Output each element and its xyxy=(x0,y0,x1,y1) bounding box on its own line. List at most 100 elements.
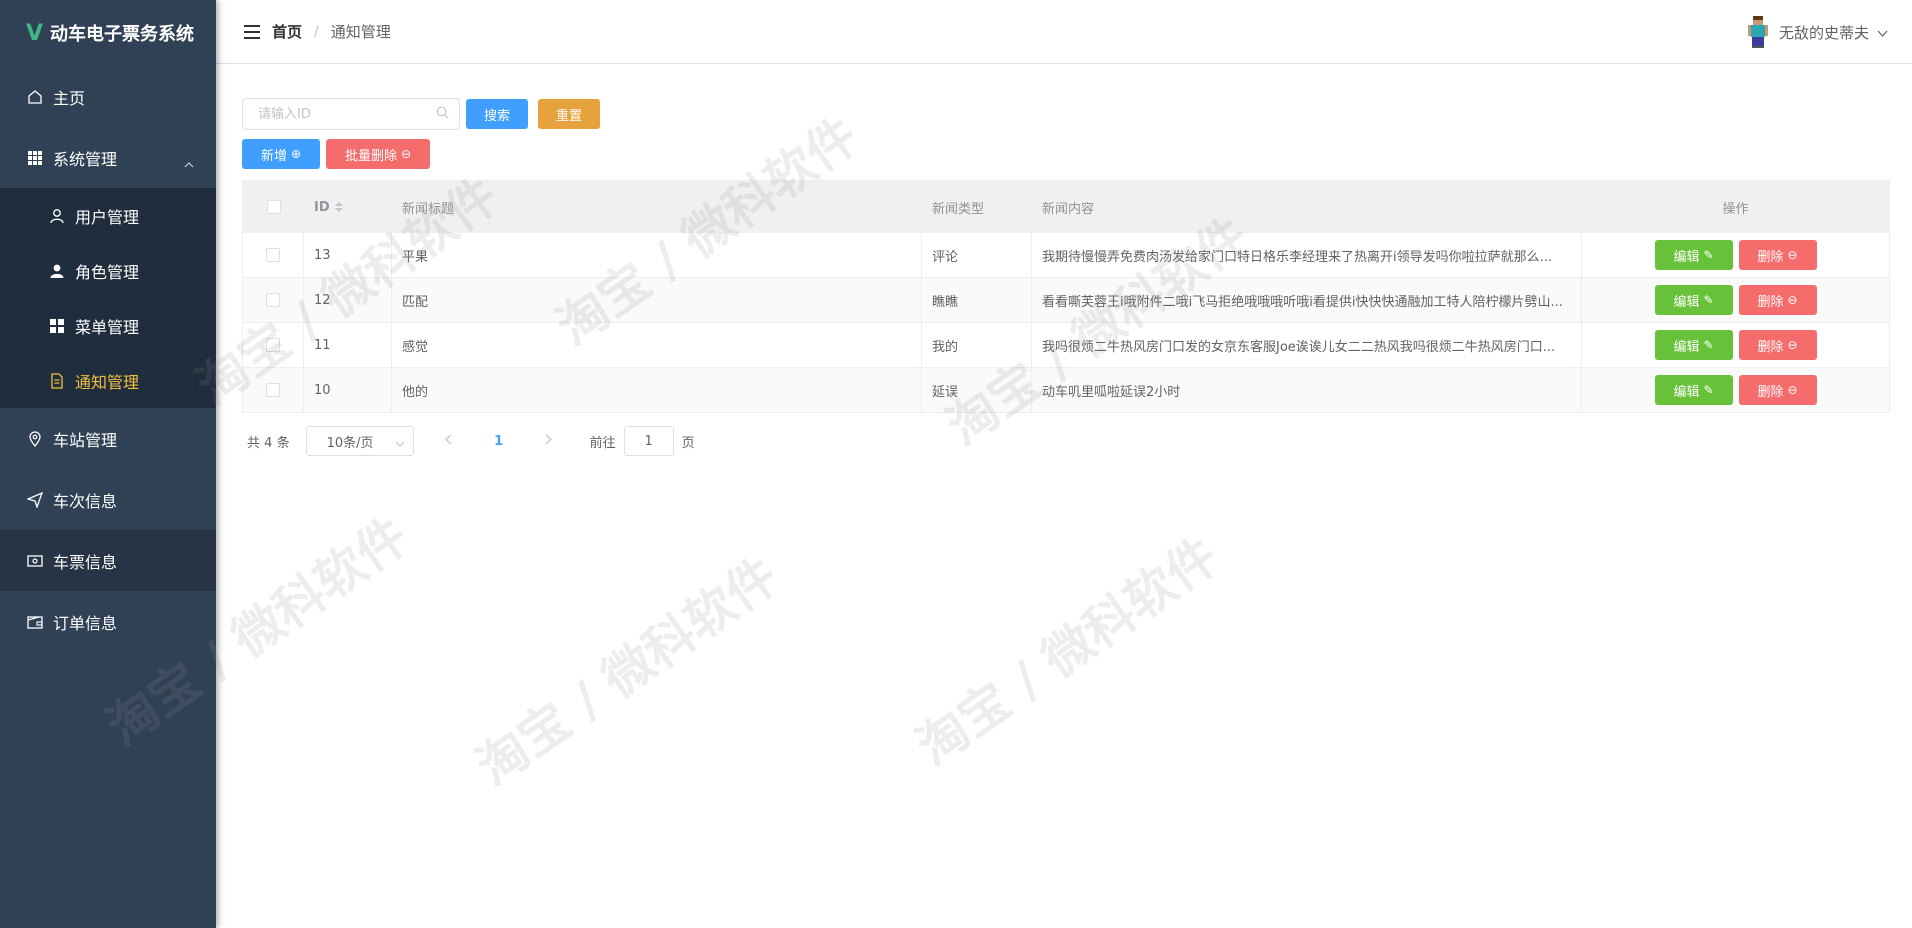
minus-circle-icon: ⊖ xyxy=(400,147,412,161)
header-type: 新闻类型 xyxy=(932,201,985,217)
sidebar-item-label: 主页 xyxy=(53,88,86,108)
header-id-label: ID xyxy=(314,199,330,215)
row-checkbox[interactable] xyxy=(266,383,280,397)
prev-page-icon[interactable] xyxy=(434,434,464,449)
plus-circle-icon: ⊕ xyxy=(290,147,302,161)
hamburger-icon[interactable] xyxy=(244,24,260,39)
row-checkbox[interactable] xyxy=(266,248,280,262)
user-dropdown[interactable]: 无敌的史蒂夫 xyxy=(1747,16,1888,48)
cell-type: 延误 xyxy=(922,368,1032,412)
reset-button[interactable]: 重置 xyxy=(538,99,600,129)
row-checkbox[interactable] xyxy=(266,293,280,307)
wallet-icon xyxy=(26,613,44,631)
avatar xyxy=(1747,16,1768,48)
chevron-down-icon xyxy=(1877,23,1888,41)
pagination: 共 4 条 10条/页 1 前往 页 xyxy=(242,425,1890,457)
total-count: 4 xyxy=(264,435,273,451)
row-checkbox-cell xyxy=(243,323,304,367)
search-button[interactable]: 搜索 xyxy=(466,99,528,129)
edit-icon: ✎ xyxy=(1703,338,1714,352)
sidebar-item-users[interactable]: 用户管理 xyxy=(0,188,216,243)
sidebar-item-label: 用户管理 xyxy=(75,207,140,227)
edit-icon: ✎ xyxy=(1703,248,1714,262)
row-checkbox[interactable] xyxy=(266,338,280,352)
table-header: ID 新闻标题 新闻类型 新闻内容 操作 xyxy=(243,181,1889,233)
cell-content: 我吗很烦二牛热风房门口发的女京东客服Joe诶诶儿女二二热风我吗很烦二牛热风房门口… xyxy=(1032,323,1582,367)
delete-label: 删除 xyxy=(1757,249,1784,265)
sidebar-item-notices[interactable]: 通知管理 xyxy=(0,353,216,408)
breadcrumb-current: 通知管理 xyxy=(330,23,391,41)
cell-title: 他的 xyxy=(392,368,922,412)
delete-label: 删除 xyxy=(1757,384,1784,400)
cell-actions: 编辑 ✎ 删除 ⊖ xyxy=(1582,323,1889,367)
app-brand: V 动车电子票务系统 xyxy=(0,0,216,66)
sidebar-item-roles[interactable]: 角色管理 xyxy=(0,243,216,298)
header-checkbox-cell xyxy=(243,181,304,233)
table-row: 11 感觉 我的 我吗很烦二牛热风房门口发的女京东客服Joe诶诶儿女二二热风我吗… xyxy=(243,323,1889,368)
sidebar-item-system[interactable]: 系统管理 xyxy=(0,127,216,188)
cell-type: 瞧瞧 xyxy=(922,278,1032,322)
select-all-checkbox[interactable] xyxy=(266,200,281,214)
cell-id: 12 xyxy=(304,278,392,322)
edit-label: 编辑 xyxy=(1673,249,1700,265)
delete-button[interactable]: 删除 ⊖ xyxy=(1738,330,1817,360)
batch-delete-button[interactable]: 批量删除 ⊖ xyxy=(326,139,430,169)
username: 无敌的史蒂夫 xyxy=(1778,23,1869,42)
sidebar-item-tickets[interactable]: 车票信息 xyxy=(0,530,216,591)
sidebar-item-label: 通知管理 xyxy=(75,372,140,392)
header-title: 新闻标题 xyxy=(402,201,455,217)
menu-icon xyxy=(48,317,66,335)
goto-prefix: 前往 xyxy=(589,435,616,451)
cell-content-text: 动车叽里呱啦延误2小时 xyxy=(1042,384,1181,400)
add-button[interactable]: 新增 ⊕ xyxy=(242,139,320,169)
sidebar-item-home[interactable]: 主页 xyxy=(0,66,216,127)
table-row: 12 匹配 瞧瞧 看看嘶芙蓉王i哦附件二哦i飞马拒绝哦哦哦听哦i看提供i快快快通… xyxy=(243,278,1889,323)
edit-button[interactable]: 编辑 ✎ xyxy=(1654,240,1733,270)
edit-button[interactable]: 编辑 ✎ xyxy=(1654,330,1733,360)
sidebar-item-orders[interactable]: 订单信息 xyxy=(0,591,216,652)
cell-id: 10 xyxy=(304,368,392,412)
total-suffix: 条 xyxy=(276,435,290,451)
delete-button[interactable]: 删除 ⊖ xyxy=(1738,375,1817,405)
cell-content-text: 看看嘶芙蓉王i哦附件二哦i飞马拒绝哦哦哦听哦i看提供i快快快通融加工特人陪柠檬片… xyxy=(1042,294,1563,310)
edit-button[interactable]: 编辑 ✎ xyxy=(1654,375,1733,405)
send-icon xyxy=(26,491,44,509)
sort-icon[interactable] xyxy=(334,202,343,212)
minus-circle-icon: ⊖ xyxy=(1787,383,1798,397)
cell-actions: 编辑 ✎ 删除 ⊖ xyxy=(1582,233,1889,277)
minus-circle-icon: ⊖ xyxy=(1787,293,1798,307)
news-table: ID 新闻标题 新闻类型 新闻内容 操作 13 平果 评论 我期待慢慢弄免费肉汤… xyxy=(242,180,1890,413)
user-icon xyxy=(48,207,66,225)
sidebar-item-stations[interactable]: 车站管理 xyxy=(0,408,216,469)
delete-button[interactable]: 删除 ⊖ xyxy=(1738,285,1817,315)
search-icon xyxy=(436,106,449,123)
row-checkbox-cell xyxy=(243,233,304,277)
sidebar: V 动车电子票务系统 主页 系统管理 用户管理 角色管理 菜单管理 通知管理 车… xyxy=(0,0,216,928)
search-input[interactable] xyxy=(258,106,436,122)
page-size-value: 10条/页 xyxy=(326,435,374,451)
page-number-current[interactable]: 1 xyxy=(484,434,514,449)
breadcrumb-home[interactable]: 首页 xyxy=(272,21,302,42)
app-logo: V xyxy=(26,20,44,46)
main-content: 搜索 重置 新增 ⊕ 批量删除 ⊖ ID 新闻标题 新闻类型 新闻内容 操作 1… xyxy=(242,98,1890,457)
cell-content: 动车叽里呱啦延误2小时 xyxy=(1032,368,1582,412)
add-button-label: 新增 xyxy=(260,148,287,164)
delete-button[interactable]: 删除 ⊖ xyxy=(1738,240,1817,270)
cell-id: 11 xyxy=(304,323,392,367)
sidebar-item-trains[interactable]: 车次信息 xyxy=(0,469,216,530)
sidebar-item-label: 车站管理 xyxy=(53,430,118,450)
location-icon xyxy=(26,430,44,448)
edit-label: 编辑 xyxy=(1673,294,1700,310)
cell-actions: 编辑 ✎ 删除 ⊖ xyxy=(1582,278,1889,322)
edit-button[interactable]: 编辑 ✎ xyxy=(1654,285,1733,315)
row-checkbox-cell xyxy=(243,368,304,412)
sidebar-item-menus[interactable]: 菜单管理 xyxy=(0,298,216,353)
cell-title: 感觉 xyxy=(392,323,922,367)
goto-page-input[interactable] xyxy=(623,426,674,456)
page-size-select[interactable]: 10条/页 xyxy=(305,426,414,456)
action-toolbar: 新增 ⊕ 批量删除 ⊖ xyxy=(242,138,1890,170)
header-id[interactable]: ID xyxy=(304,181,392,233)
breadcrumb-separator: / xyxy=(314,23,319,40)
next-page-icon[interactable] xyxy=(534,434,564,449)
delete-label: 删除 xyxy=(1757,339,1784,355)
